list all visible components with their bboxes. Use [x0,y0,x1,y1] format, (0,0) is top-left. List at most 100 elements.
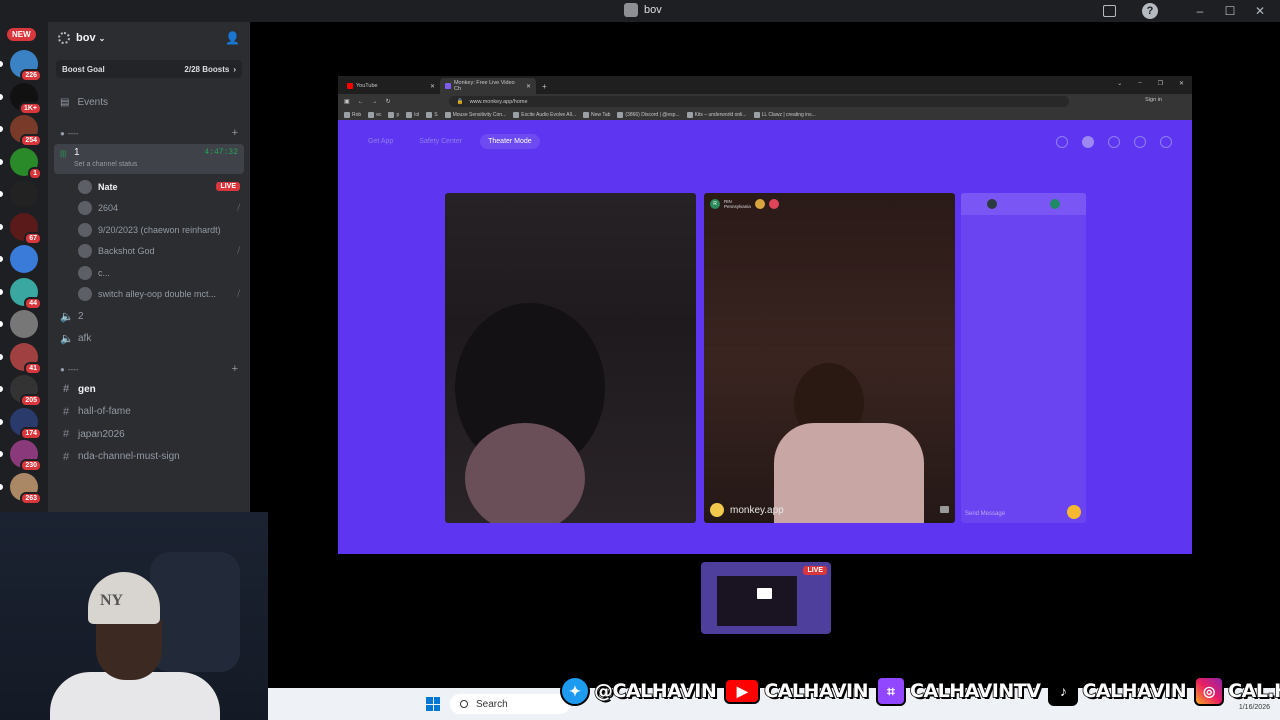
search-icon[interactable] [1056,136,1068,148]
restore-icon[interactable]: ❐ [1158,80,1163,87]
mention-count-badge: 226 [20,69,42,82]
category-emoji-icon: ● [60,128,65,138]
sidebar-toggle-icon[interactable]: ▣ [344,98,350,105]
stream-preview[interactable]: LIVE [701,562,831,634]
badge-icon [754,199,765,209]
add-user-icon[interactable]: 👤 [225,31,240,45]
close-tab-icon[interactable]: ✕ [430,83,435,90]
add-channel-icon[interactable]: + [232,127,238,139]
avatar[interactable] [987,199,998,209]
voice-channel-active[interactable]: ||| 1 4:47:32 Set a channel status [54,144,244,174]
voice-member[interactable]: Backshot God ⧸ [48,241,250,263]
windows-icon[interactable] [426,697,440,711]
boost-goal[interactable]: Boost Goal 2/28 Boosts › [56,60,242,78]
mention-count-badge: 263 [20,491,42,505]
server-icon[interactable] [10,180,38,208]
voice-member[interactable]: c... [48,262,250,284]
server-icon[interactable]: 205 [10,375,42,407]
gift-icon[interactable] [1067,505,1081,519]
server-icon[interactable]: 41 [10,342,42,375]
close-tab-icon[interactable]: ✕ [526,83,531,90]
voice-member[interactable]: 9/20/2023 (chaewon reinhardt) [48,219,250,241]
new-tab-icon[interactable]: + [536,82,553,94]
close-icon[interactable]: ✕ [1252,3,1268,19]
tab-search-icon[interactable]: ⌄ [1117,80,1122,87]
boost-label: Boost Goal [62,64,105,74]
close-icon[interactable]: ✕ [1179,80,1184,87]
voice-member[interactable]: switch alley-oop double mct... ⧸ [48,284,250,306]
server-icon[interactable] [10,310,38,338]
inbox-icon[interactable] [1103,5,1116,17]
bookmark-icon [686,111,693,118]
nav-theater-mode[interactable]: Theater Mode [480,134,540,149]
bookmark-item[interactable]: Rob [344,111,361,118]
bookmark-item[interactable]: LL Clawz | creating ins... [753,111,816,118]
events-item[interactable]: ▤ Events [48,90,250,114]
bookmark-label: lol [414,111,420,118]
server-icon[interactable]: 174 [10,407,42,440]
bookmark-item[interactable]: lol [406,111,420,118]
voice-channel[interactable]: 🔈 afk [48,328,250,351]
voice-channel-timer: 4:47:32 [204,148,238,157]
reload-icon[interactable]: ↻ [386,98,391,105]
avatar[interactable] [1082,136,1094,148]
peer-location: Pennsylvania [724,204,751,209]
server-icon[interactable]: 226 [10,50,42,82]
text-channel[interactable]: # hall-of-fame [48,401,250,424]
back-icon[interactable]: ← [358,99,364,105]
bookmark-item[interactable]: ec [368,111,381,118]
maximize-icon[interactable]: ☐ [1222,3,1238,19]
bookmark-item[interactable]: p [388,111,399,118]
text-channel[interactable]: # japan2026 [48,423,250,446]
category-header[interactable]: ● ---- + [48,124,250,142]
server-icon[interactable]: 1 [10,147,42,180]
minimize-icon[interactable]: – [1192,3,1208,19]
sign-in-button[interactable]: Sign in [1145,97,1162,103]
add-channel-icon[interactable]: + [232,363,238,375]
server-icon[interactable]: 254 [10,115,42,147]
voice-member[interactable]: 2604 ⧸ [48,198,250,220]
server-header[interactable]: bov ⌄ 👤 [48,22,250,54]
voice-member[interactable]: Nate LIVE [48,176,250,198]
channel-name: 2 [78,310,84,322]
help-icon[interactable]: ? [1142,3,1158,19]
tab-youtube[interactable]: YouTube ✕ [342,78,440,94]
member-name: switch alley-oop double mct... [98,289,217,300]
taskbar-search[interactable]: Search [450,694,570,714]
category-header[interactable]: ● ---- + [48,360,250,378]
server-icon[interactable]: 230 [10,440,42,472]
server-icon[interactable]: 263 [10,472,42,505]
unread-pill [0,93,3,100]
server-icon[interactable]: 1K+ [10,82,42,115]
bookmark-item[interactable]: Kits – underworld onli... [686,111,747,118]
search-label: Search [476,698,508,710]
nav-safety-center[interactable]: Safety Center [411,134,470,149]
settings-icon[interactable] [1160,136,1172,148]
bookmark-item[interactable]: Excite Audio Evolve All... [513,111,576,118]
minimize-icon[interactable]: – [1138,80,1141,87]
text-channel[interactable]: # nda-channel-must-sign [48,446,250,469]
tab-monkey[interactable]: Monkey: Free Live Video Ch ✕ [440,78,536,94]
bookmark-item[interactable]: S [426,111,438,118]
bookmark-item[interactable]: New Tab [583,111,611,118]
channel-sidebar: bov ⌄ 👤 Boost Goal 2/28 Boosts › ▤ Event… [48,22,250,520]
channel-status[interactable]: Set a channel status [60,161,238,168]
server-icon[interactable]: 44 [10,277,42,310]
message-input[interactable]: Send Message [965,511,1005,517]
mention-count-badge: 41 [24,361,42,375]
avatar[interactable] [1049,199,1060,209]
messages-icon[interactable] [1134,136,1146,148]
server-icon[interactable] [10,245,38,273]
bookmark-item[interactable]: Mouse Sensitivity Con... [444,111,506,118]
report-icon[interactable] [940,506,949,513]
nav-get-app[interactable]: Get App [360,134,401,149]
history-icon[interactable] [1108,136,1120,148]
forward-icon[interactable]: → [372,99,378,105]
new-badge[interactable]: NEW [7,28,36,41]
voice-channel[interactable]: 🔈 2 [48,305,250,328]
text-channel[interactable]: # gen [48,378,250,401]
bookmark-label: New Tab [591,111,611,118]
bookmark-item[interactable]: (3866) Discord | @esp... [617,111,680,118]
server-icon[interactable]: 67 [10,212,42,245]
address-bar[interactable]: 🔒 www.monkey.app/home [448,96,1069,107]
